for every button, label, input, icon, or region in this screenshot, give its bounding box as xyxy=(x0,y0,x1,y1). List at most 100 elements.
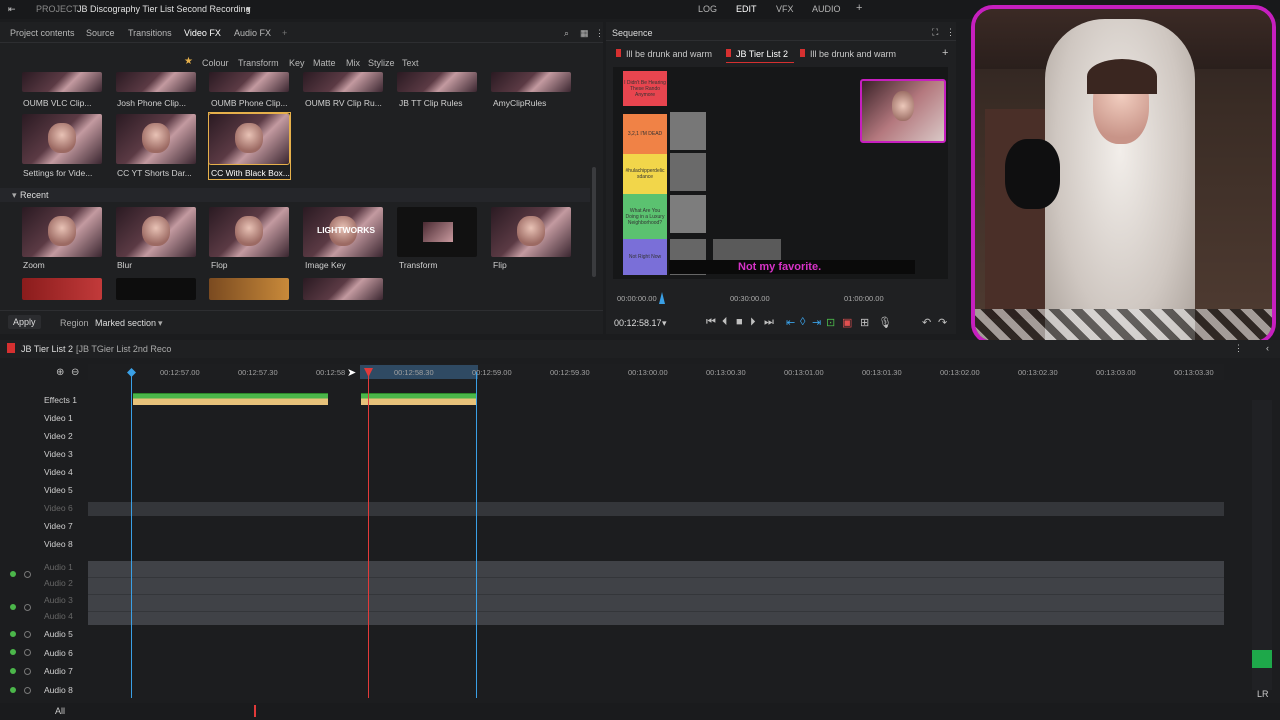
step-forward-icon[interactable]: ⏵ xyxy=(750,316,756,329)
fx-thumb[interactable] xyxy=(116,72,196,92)
track-solo-toggle[interactable] xyxy=(24,604,31,611)
record-icon[interactable]: ▣ xyxy=(842,316,852,329)
seq-tab-2[interactable]: JB Tier List 2 xyxy=(736,49,788,59)
tab-audio-fx[interactable]: Audio FX xyxy=(234,28,271,38)
grid-view-icon[interactable]: ▦ xyxy=(580,28,589,39)
mode-log[interactable]: LOG xyxy=(698,4,717,14)
fx-thumb[interactable] xyxy=(209,72,289,92)
playhead-line[interactable] xyxy=(368,372,369,698)
search-icon[interactable]: ⌕ xyxy=(564,28,569,39)
chevron-down-icon[interactable]: ▾ xyxy=(246,4,251,15)
fullscreen-icon[interactable]: ⛶ xyxy=(932,27,938,38)
track-audio-5[interactable]: Audio 5 xyxy=(44,629,73,639)
track-solo-toggle[interactable] xyxy=(24,631,31,638)
zoom-out-icon[interactable]: ⊖ xyxy=(71,367,79,378)
current-time[interactable]: 00:12:58.17 xyxy=(614,318,662,328)
tab-transitions[interactable]: Transitions xyxy=(128,28,172,38)
audio-band[interactable] xyxy=(88,561,1224,625)
mark-icon[interactable]: ◊ xyxy=(800,316,805,328)
tab-video-fx[interactable]: Video FX xyxy=(184,28,221,38)
menu-icon[interactable]: ⋮ xyxy=(1234,343,1243,354)
track-video-7[interactable]: Video 7 xyxy=(44,521,73,531)
fx-thumb[interactable] xyxy=(22,278,102,300)
track-solo-toggle[interactable] xyxy=(24,649,31,656)
recent-thumb-flop[interactable] xyxy=(209,207,289,257)
track-video-6[interactable]: Video 6 xyxy=(44,503,73,513)
track-enable-toggle[interactable] xyxy=(10,631,16,637)
menu-icon[interactable]: ⋮ xyxy=(946,27,955,38)
track-video-5[interactable]: Video 5 xyxy=(44,485,73,495)
fx-cat-colour[interactable]: Colour xyxy=(202,58,229,68)
recent-thumb-transform[interactable] xyxy=(397,207,477,257)
all-tracks-button[interactable]: All xyxy=(55,706,65,716)
mini-ruler[interactable]: 00:00:00.00 00:30:00.00 01:00:00.00 xyxy=(613,288,948,308)
track-audio-7[interactable]: Audio 7 xyxy=(44,666,73,676)
mark-out-line[interactable] xyxy=(476,372,477,698)
fx-thumb[interactable] xyxy=(22,114,102,164)
track-video-2[interactable]: Video 2 xyxy=(44,431,73,441)
undo-icon[interactable]: ↶ xyxy=(922,316,931,329)
exit-icon[interactable]: ⇤ xyxy=(8,4,16,15)
effect-clip[interactable] xyxy=(133,393,328,405)
fx-thumb[interactable] xyxy=(491,72,571,92)
track-video-4[interactable]: Video 4 xyxy=(44,467,73,477)
track-audio-3[interactable]: Audio 3 xyxy=(44,595,73,605)
fx-thumb[interactable] xyxy=(22,72,102,92)
mode-audio[interactable]: AUDIO xyxy=(812,4,841,14)
project-name[interactable]: JB Discography Tier List Second Recordin… xyxy=(77,4,251,14)
mini-playhead[interactable] xyxy=(659,292,665,304)
overview-playhead[interactable] xyxy=(254,705,256,717)
fx-cat-mix[interactable]: Mix xyxy=(346,58,360,68)
track-enable-toggle[interactable] xyxy=(10,604,16,610)
track-solo-toggle[interactable] xyxy=(24,668,31,675)
recent-thumb-image-key[interactable]: LIGHTWORKS xyxy=(303,207,383,257)
stop-icon[interactable]: ■ xyxy=(736,316,743,328)
step-back-icon[interactable]: ⏴ xyxy=(722,316,728,329)
fx-thumb[interactable] xyxy=(397,72,477,92)
video-6-band[interactable] xyxy=(88,502,1224,516)
add-tab-button[interactable]: + xyxy=(942,47,948,59)
add-mode-button[interactable]: + xyxy=(856,2,862,14)
fx-cat-text[interactable]: Text xyxy=(402,58,419,68)
track-video-8[interactable]: Video 8 xyxy=(44,539,73,549)
track-video-1[interactable]: Video 1 xyxy=(44,413,73,423)
track-enable-toggle[interactable] xyxy=(10,687,16,693)
seq-tab-3[interactable]: Ill be drunk and warm xyxy=(810,49,896,59)
track-enable-toggle[interactable] xyxy=(10,571,16,577)
mark-in-line[interactable] xyxy=(131,372,132,698)
track-audio-8[interactable]: Audio 8 xyxy=(44,685,73,695)
chevron-left-icon[interactable]: ‹ xyxy=(1266,343,1269,353)
mode-edit[interactable]: EDIT xyxy=(736,4,757,14)
trim-icon[interactable]: ⊞ xyxy=(860,316,869,329)
recent-thumb-zoom[interactable] xyxy=(22,207,102,257)
menu-icon[interactable]: ⋮ xyxy=(595,28,604,39)
skip-forward-icon[interactable]: ⏭ xyxy=(764,316,774,329)
track-enable-toggle[interactable] xyxy=(10,649,16,655)
fx-thumb[interactable] xyxy=(116,114,196,164)
redo-icon[interactable]: ↷ xyxy=(938,316,947,329)
mark-in-icon[interactable]: ⇤ xyxy=(786,316,795,329)
fx-thumb[interactable] xyxy=(303,278,383,300)
track-audio-4[interactable]: Audio 4 xyxy=(44,611,73,621)
apply-button[interactable]: Apply xyxy=(8,315,41,329)
track-solo-toggle[interactable] xyxy=(24,687,31,694)
effect-clip[interactable] xyxy=(361,393,476,405)
fx-thumb[interactable] xyxy=(116,278,196,300)
add-tab-button[interactable]: + xyxy=(282,28,287,38)
fx-cat-transform[interactable]: Transform xyxy=(238,58,279,68)
fx-thumb[interactable] xyxy=(303,72,383,92)
track-solo-toggle[interactable] xyxy=(24,571,31,578)
track-effects-1[interactable]: Effects 1 xyxy=(44,395,77,405)
tab-project-contents[interactable]: Project contents xyxy=(10,28,75,38)
track-audio-6[interactable]: Audio 6 xyxy=(44,648,73,658)
recent-thumb-flip[interactable] xyxy=(491,207,571,257)
seq-tab-1[interactable]: Ill be drunk and warm xyxy=(626,49,712,59)
mark-out-icon[interactable]: ⇥ xyxy=(812,316,821,329)
fx-cat-stylize[interactable]: Stylize xyxy=(368,58,395,68)
zoom-in-icon[interactable]: ⊕ xyxy=(56,367,64,378)
chevron-down-icon[interactable]: ▾ xyxy=(662,318,667,329)
mode-vfx[interactable]: VFX xyxy=(776,4,794,14)
chevron-down-icon[interactable]: ▾ xyxy=(12,190,17,201)
skip-back-icon[interactable]: ⏮ xyxy=(706,316,716,329)
tab-source[interactable]: Source xyxy=(86,28,115,38)
